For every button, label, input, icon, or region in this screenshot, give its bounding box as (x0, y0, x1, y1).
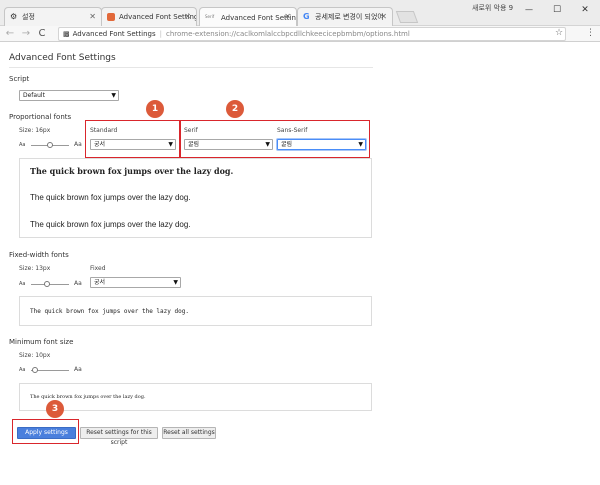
close-tab-icon[interactable]: ✕ (284, 12, 291, 21)
minimum-size-slider[interactable]: Aa Aa (19, 366, 89, 374)
proportional-size-slider[interactable]: Aa Aa (19, 141, 89, 149)
minimum-font-size-label: Minimum font size (9, 338, 74, 346)
fixed-preview-text: The quick brown fox jumps over the lazy … (30, 308, 189, 315)
maximize-button[interactable]: ☐ (543, 1, 571, 19)
dropdown-arrow-icon: ▼ (111, 92, 116, 99)
minimum-preview: The quick brown fox jumps over the lazy … (19, 383, 372, 411)
new-tab-button[interactable] (395, 11, 419, 23)
proportional-preview: The quick brown fox jumps over the lazy … (19, 158, 372, 238)
slider-thumb[interactable] (47, 142, 53, 148)
fixed-font-value: 궁서 (94, 279, 106, 286)
forward-icon[interactable]: → (20, 27, 32, 41)
gear-icon: ⚙ (10, 12, 18, 21)
annotation-badge-1: 1 (146, 100, 164, 118)
google-icon: G (303, 12, 310, 21)
divider (9, 67, 373, 68)
reset-script-button[interactable]: Reset settings for this script (80, 427, 158, 446)
slider-large-label: Aa (74, 280, 82, 287)
serif-page-icon: Serif (205, 13, 215, 19)
menu-icon[interactable]: ⋮ (586, 28, 595, 38)
serif-preview-text: The quick brown fox jumps over the lazy … (30, 193, 191, 202)
tab-advanced-font-settings-1[interactable]: Advanced Font Settings ✕ (101, 7, 197, 26)
tab-label: 공세제로 변경이 되었어 (315, 13, 384, 21)
tab-google-search[interactable]: G 공세제로 변경이 되었어 ✕ (297, 7, 393, 26)
slider-thumb[interactable] (31, 367, 38, 373)
annotation-badge-3: 3 (46, 400, 64, 418)
address-bar[interactable]: ▩ Advanced Font Settings | chrome-extens… (58, 27, 566, 41)
tab-settings[interactable]: ⚙ 설정 ✕ (4, 7, 102, 26)
fixed-font-label: Fixed (90, 265, 106, 272)
close-tab-icon[interactable]: ✕ (380, 12, 387, 21)
slider-large-label: Aa (74, 141, 82, 148)
url-text: chrome-extension://caclkomlalccbpcdllchk… (165, 30, 410, 38)
script-label: Script (9, 75, 30, 83)
script-select[interactable]: Default ▼ (19, 90, 119, 101)
highlight-box-standard (85, 120, 180, 158)
fixed-preview: The quick brown fox jumps over the lazy … (19, 296, 372, 326)
dropdown-arrow-icon: ▼ (173, 279, 178, 286)
reset-all-button[interactable]: Reset all settings (162, 427, 216, 439)
user-name[interactable]: 새로위 악용 9 (472, 3, 513, 13)
minimum-preview-text: The quick brown fox jumps over the lazy … (30, 394, 146, 400)
slider-track (31, 284, 69, 285)
proportional-size-label: Size: 16px (19, 127, 51, 134)
fixed-font-select[interactable]: 궁서 ▼ (90, 277, 181, 288)
slider-small-label: Aa (19, 142, 26, 148)
reload-icon[interactable]: C (36, 27, 48, 41)
slider-thumb[interactable] (43, 281, 50, 287)
slider-small-label: Aa (19, 281, 26, 287)
slider-small-label: Aa (19, 367, 26, 373)
separator: | (159, 30, 162, 38)
proportional-fonts-label: Proportional fonts (9, 113, 72, 121)
back-icon[interactable]: ← (4, 27, 16, 41)
close-tab-icon[interactable]: ✕ (89, 12, 96, 21)
minimum-size-label: Size: 10px (19, 352, 51, 359)
close-tab-icon[interactable]: ✕ (184, 12, 191, 21)
script-value: Default (23, 92, 45, 99)
tab-label: 설정 (22, 13, 35, 21)
puzzle-icon: ▩ (63, 30, 70, 38)
fixed-size-label: Size: 13px (19, 265, 51, 272)
fixed-size-slider[interactable]: Aa Aa (19, 280, 89, 288)
extension-icon (107, 13, 115, 21)
page-title: Advanced Font Settings (9, 53, 116, 63)
fixed-width-fonts-label: Fixed-width fonts (9, 251, 69, 259)
highlight-box-apply (12, 419, 79, 444)
slider-large-label: Aa (74, 366, 82, 373)
tab-advanced-font-settings-2[interactable]: Serif Advanced Font Settings ✕ (199, 7, 297, 27)
bookmark-star-icon[interactable]: ☆ (555, 28, 563, 38)
close-window-button[interactable]: ✕ (571, 1, 599, 19)
minimize-button[interactable]: — (515, 1, 543, 19)
highlight-box-serif-sans (180, 120, 370, 158)
sans-serif-preview-text: The quick brown fox jumps over the lazy … (30, 220, 191, 229)
page-name: Advanced Font Settings (72, 30, 156, 38)
annotation-badge-2: 2 (226, 100, 244, 118)
standard-preview-text: The quick brown fox jumps over the lazy … (30, 166, 234, 176)
